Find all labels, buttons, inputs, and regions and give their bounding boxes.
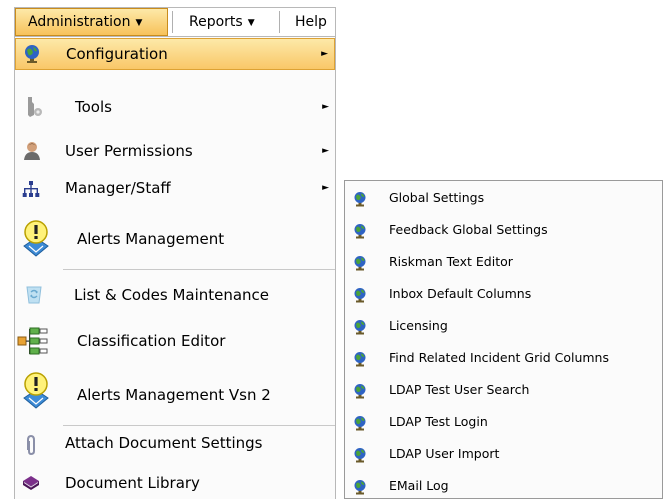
globe-icon [353, 351, 367, 367]
menu-item-label: Attach Document Settings [65, 434, 263, 452]
submenu-item-label: Feedback Global Settings [389, 222, 548, 237]
globe-icon [353, 479, 367, 495]
caret-down-icon: ▼ [135, 18, 143, 28]
menu-divider [172, 11, 173, 33]
book-icon [21, 474, 41, 492]
globe-icon [23, 44, 41, 64]
menu-item-alerts-management-vsn-2[interactable]: Alerts Management Vsn 2 [15, 368, 335, 420]
globe-icon [353, 287, 367, 303]
menu-item-label: Manager/Staff [65, 179, 171, 197]
menu-item-classification-editor[interactable]: Classification Editor [15, 320, 335, 364]
submenu-arrow-icon: ► [321, 49, 328, 59]
submenu-item-ldap-test-login[interactable]: LDAP Test Login [345, 407, 662, 439]
menu-item-label: Tools [75, 98, 112, 116]
globe-icon [353, 223, 367, 239]
submenu-item-label: Licensing [389, 318, 448, 333]
menu-reports[interactable]: Reports ▼ [179, 8, 275, 36]
menu-administration[interactable]: Administration ▼ [15, 8, 168, 36]
globe-icon [353, 319, 367, 335]
menu-item-tools[interactable]: Tools ► [15, 90, 335, 124]
menu-item-document-library[interactable]: Document Library [15, 469, 335, 499]
submenu-item-label: EMail Log [389, 478, 449, 493]
menu-item-label: User Permissions [65, 142, 193, 160]
recycle-icon [24, 283, 44, 305]
submenu-item-label: LDAP Test User Search [389, 382, 530, 397]
menu-bar: Administration ▼ Reports ▼ Help [14, 7, 336, 37]
submenu-item-ldap-test-user-search[interactable]: LDAP Test User Search [345, 375, 662, 407]
submenu-item-licensing[interactable]: Licensing [345, 311, 662, 343]
menu-item-label: Document Library [65, 474, 200, 492]
submenu-item-inbox-default-columns[interactable]: Inbox Default Columns [345, 279, 662, 311]
paperclip-icon [25, 435, 37, 455]
menu-item-list-codes-maintenance[interactable]: List & Codes Maintenance [15, 274, 335, 316]
menu-divider [279, 11, 280, 33]
menu-item-alerts-management[interactable]: Alerts Management [15, 215, 335, 265]
submenu-item-label: LDAP User Import [389, 446, 500, 461]
submenu-item-label: LDAP Test Login [389, 414, 488, 429]
globe-icon [353, 415, 367, 431]
menu-item-user-permissions[interactable]: User Permissions ► [15, 136, 335, 168]
menu-item-attach-document-settings[interactable]: Attach Document Settings [15, 429, 335, 461]
alert-globe-icon [21, 372, 51, 410]
menu-separator [63, 425, 335, 426]
menu-item-label: Alerts Management [77, 230, 225, 248]
menu-separator [63, 269, 335, 270]
menu-item-label: Alerts Management Vsn 2 [77, 386, 271, 404]
submenu-item-label: Find Related Incident Grid Columns [389, 350, 609, 365]
user-icon [23, 141, 41, 161]
menu-item-label: List & Codes Maintenance [74, 286, 270, 304]
menu-item-configuration[interactable]: Configuration ► [15, 38, 335, 70]
menu-administration-label: Administration [28, 14, 131, 30]
globe-icon [353, 191, 367, 207]
submenu-arrow-icon: ► [322, 183, 329, 193]
menu-help-label: Help [295, 14, 327, 30]
configuration-submenu: Global Settings Feedback Global Settings… [344, 180, 663, 499]
submenu-item-ldap-user-import[interactable]: LDAP User Import [345, 439, 662, 471]
globe-icon [353, 255, 367, 271]
caret-down-icon: ▼ [247, 18, 255, 28]
globe-icon [353, 447, 367, 463]
submenu-item-email-log[interactable]: EMail Log [345, 471, 662, 498]
menu-reports-label: Reports [189, 14, 243, 30]
tools-icon [23, 95, 45, 119]
submenu-item-label: Riskman Text Editor [389, 254, 513, 269]
menu-help[interactable]: Help [283, 8, 335, 36]
submenu-item-label: Global Settings [389, 190, 485, 205]
submenu-item-label: Inbox Default Columns [389, 286, 532, 301]
globe-icon [353, 383, 367, 399]
submenu-arrow-icon: ► [322, 102, 329, 112]
classification-tree-icon [17, 326, 49, 358]
administration-dropdown: Configuration ► Tools ► User Permissions… [14, 37, 336, 499]
menu-item-label: Configuration [66, 45, 168, 63]
menu-item-label: Classification Editor [77, 332, 226, 350]
submenu-item-global-settings[interactable]: Global Settings [345, 183, 662, 215]
submenu-item-feedback-global-settings[interactable]: Feedback Global Settings [345, 215, 662, 247]
menu-item-manager-staff[interactable]: Manager/Staff ► [15, 174, 335, 206]
submenu-item-find-related-incident-grid-columns[interactable]: Find Related Incident Grid Columns [345, 343, 662, 375]
submenu-arrow-icon: ► [322, 146, 329, 156]
org-chart-icon [22, 180, 40, 198]
alert-globe-icon [21, 220, 51, 258]
submenu-item-riskman-text-editor[interactable]: Riskman Text Editor [345, 247, 662, 279]
